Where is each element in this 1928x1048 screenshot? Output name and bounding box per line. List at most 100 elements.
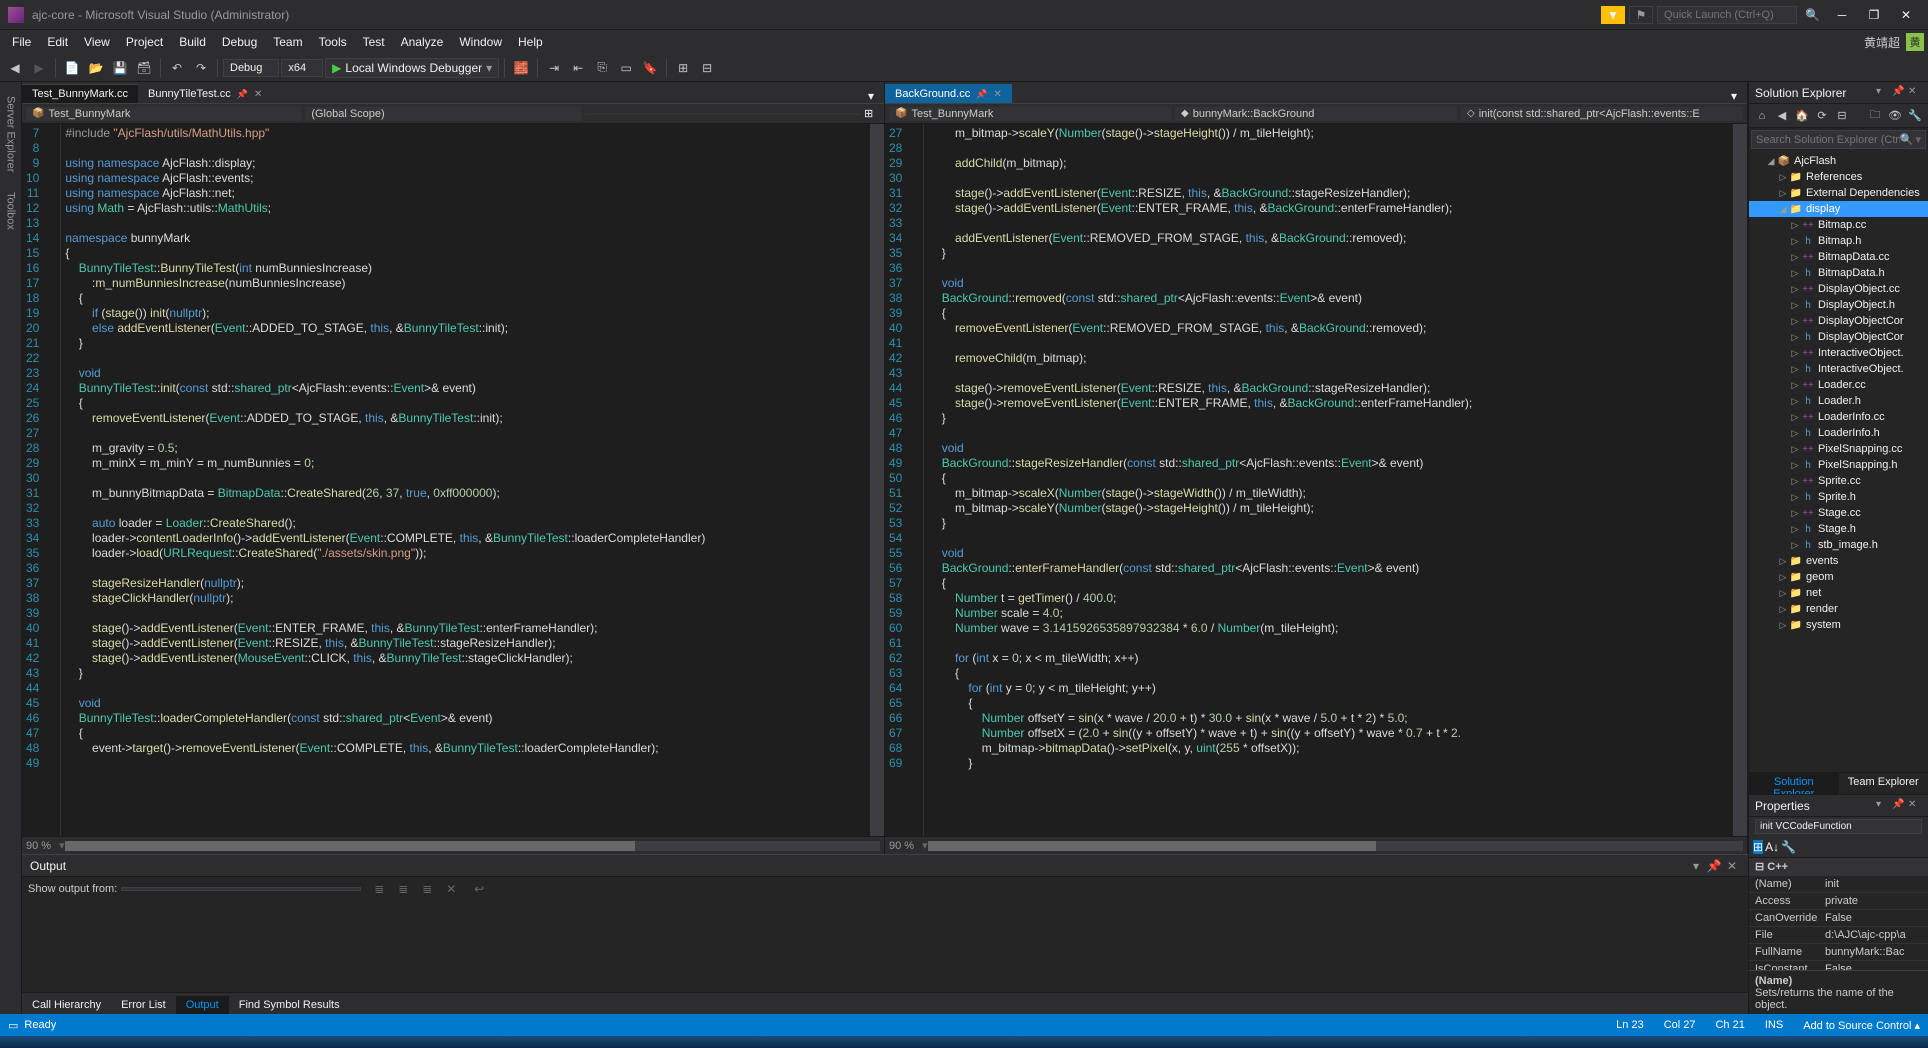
open-button[interactable]: 📂 — [85, 57, 107, 79]
output-dropdown[interactable]: ▾ — [1688, 858, 1704, 874]
se-prop[interactable]: 🔧 — [1906, 107, 1924, 125]
tree-node[interactable]: ▷++BitmapData.cc — [1749, 249, 1928, 265]
crumb-member[interactable] — [585, 113, 860, 115]
menu-view[interactable]: View — [76, 31, 118, 53]
pin-icon[interactable]: 📌 — [976, 89, 987, 100]
back-button[interactable]: ◀ — [4, 57, 26, 79]
notification-flag-button[interactable]: ⚑ — [1629, 6, 1653, 24]
menu-team[interactable]: Team — [265, 31, 310, 53]
save-all-button[interactable]: 🗃 — [133, 57, 155, 79]
tree-node[interactable]: ▷hstb_image.h — [1749, 537, 1928, 553]
se-home[interactable]: ⌂ — [1753, 107, 1771, 125]
scrollbar-h-right[interactable] — [928, 841, 1743, 851]
step-btn-1[interactable]: ⇥ — [543, 57, 565, 79]
menu-analyze[interactable]: Analyze — [393, 31, 452, 53]
prop-object-combo[interactable]: init VCCodeFunction — [1755, 819, 1922, 834]
output-tab[interactable]: Output — [176, 996, 229, 1014]
toolbar-btn-a[interactable]: ⊞ — [672, 57, 694, 79]
se-refresh[interactable]: ⟳ — [1813, 107, 1831, 125]
zoom-label-right[interactable]: 90 % — [889, 840, 914, 852]
toolbar-btn-b[interactable]: ⊟ — [696, 57, 718, 79]
split-button[interactable]: ⊞ — [864, 107, 880, 120]
tree-node[interactable]: ▷hStage.h — [1749, 521, 1928, 537]
menu-window[interactable]: Window — [451, 31, 510, 53]
quick-launch-input[interactable] — [1657, 6, 1797, 24]
menu-build[interactable]: Build — [171, 31, 214, 53]
close-button[interactable]: ✕ — [1892, 5, 1920, 25]
se-pin[interactable]: 📌 — [1892, 86, 1906, 100]
tree-node[interactable]: ▷📁References — [1749, 169, 1928, 185]
redo-button[interactable]: ↷ — [190, 57, 212, 79]
pin-icon[interactable]: 📌 — [237, 89, 248, 100]
tree-node[interactable]: ▷hSprite.h — [1749, 489, 1928, 505]
maximize-button[interactable]: ❐ — [1860, 5, 1888, 25]
tree-node[interactable]: ▷📁render — [1749, 601, 1928, 617]
prop-row[interactable]: (Name)init — [1749, 876, 1928, 893]
tree-node[interactable]: ▷++Stage.cc — [1749, 505, 1928, 521]
tree-node[interactable]: ▷📁External Dependencies — [1749, 185, 1928, 201]
output-source-combo[interactable] — [121, 887, 361, 891]
taskbar[interactable] — [0, 1036, 1928, 1048]
se-showall[interactable]: 🗀 — [1866, 107, 1884, 125]
prop-row[interactable]: Accessprivate — [1749, 893, 1928, 910]
new-project-button[interactable]: 📄 — [61, 57, 83, 79]
run-button[interactable]: ▶Local Windows Debugger▾ — [325, 58, 499, 78]
tree-node[interactable]: ▷++PixelSnapping.cc — [1749, 441, 1928, 457]
se-tab[interactable]: Solution Explorer — [1749, 773, 1839, 794]
scrollbar-h-left[interactable] — [65, 841, 880, 851]
prop-row[interactable]: IsConstantFalse — [1749, 961, 1928, 970]
crumb-scope-r[interactable]: ◆bunnyMark::BackGround — [1175, 107, 1457, 121]
prop-row[interactable]: CanOverrideFalse — [1749, 910, 1928, 927]
output-btn-2[interactable]: ≣ — [393, 879, 413, 899]
tree-node[interactable]: ▷hPixelSnapping.h — [1749, 457, 1928, 473]
menu-help[interactable]: Help — [510, 31, 551, 53]
tree-node[interactable]: ▷📁geom — [1749, 569, 1928, 585]
code-editor-left[interactable]: #include "AjcFlash/utils/MathUtils.hpp" … — [61, 124, 870, 836]
tree-node[interactable]: ▷hBitmap.h — [1749, 233, 1928, 249]
prop-row[interactable]: FullNamebunnyMark::Bac — [1749, 944, 1928, 961]
minimize-button[interactable]: ─ — [1828, 5, 1856, 25]
toolbox-tab[interactable]: Toolbox — [3, 186, 19, 236]
close-icon[interactable]: ✕ — [254, 89, 262, 100]
tree-node[interactable]: ▷hLoader.h — [1749, 393, 1928, 409]
se-search[interactable]: 🔍▾ — [1751, 130, 1926, 149]
properties-grid[interactable]: ⊟ C++(Name)initAccessprivateCanOverrideF… — [1749, 858, 1928, 970]
tree-node[interactable]: ▷++InteractiveObject. — [1749, 345, 1928, 361]
tree-node[interactable]: ▷📁net — [1749, 585, 1928, 601]
prop-row[interactable]: Filed:\AJC\ajc-cpp\a — [1749, 927, 1928, 944]
output-body[interactable] — [22, 901, 1748, 992]
tree-node[interactable]: ▷++LoaderInfo.cc — [1749, 409, 1928, 425]
prop-row[interactable]: ⊟ C++ — [1749, 858, 1928, 876]
prop-cat-btn[interactable]: ⊞ — [1753, 840, 1763, 854]
outline-margin[interactable] — [910, 124, 924, 836]
se-sync[interactable]: 🏠 — [1793, 107, 1811, 125]
search-icon[interactable]: 🔍 — [1805, 8, 1820, 22]
outline-margin[interactable] — [47, 124, 61, 836]
undo-button[interactable]: ↶ — [166, 57, 188, 79]
output-btn-3[interactable]: ≣ — [417, 879, 437, 899]
menu-debug[interactable]: Debug — [214, 31, 265, 53]
code-editor-right[interactable]: m_bitmap->scaleY(Number(stage()->stageHe… — [924, 124, 1733, 836]
server-explorer-tab[interactable]: Server Explorer — [3, 90, 19, 178]
crumb-scope[interactable]: (Global Scope) — [305, 107, 580, 121]
tree-node[interactable]: ▷📁system — [1749, 617, 1928, 633]
scrollbar-v-right[interactable] — [1733, 124, 1747, 836]
output-tab[interactable]: Call Hierarchy — [22, 996, 111, 1014]
crumb-project-r[interactable]: 📦Test_BunnyMark — [889, 107, 1171, 121]
tree-node[interactable]: ▷++Loader.cc — [1749, 377, 1928, 393]
zoom-label-left[interactable]: 90 % — [26, 840, 51, 852]
menu-file[interactable]: File — [4, 31, 39, 53]
tree-node[interactable]: ▷++Bitmap.cc — [1749, 217, 1928, 233]
menu-tools[interactable]: Tools — [311, 31, 355, 53]
tab-dropdown-right[interactable]: ▾ — [1731, 89, 1747, 103]
tab-dropdown-left[interactable]: ▾ — [868, 89, 884, 103]
tree-node[interactable]: ▷++DisplayObjectCor — [1749, 313, 1928, 329]
step-btn-2[interactable]: ⇤ — [567, 57, 589, 79]
prop-prop-btn[interactable]: 🔧 — [1781, 840, 1796, 854]
step-btn-3[interactable]: ⎘ — [591, 57, 613, 79]
menu-edit[interactable]: Edit — [39, 31, 76, 53]
tree-node[interactable]: ◢📁display — [1749, 201, 1928, 217]
solution-tree[interactable]: ◢📦AjcFlash▷📁References▷📁External Depende… — [1749, 151, 1928, 768]
tree-node[interactable]: ▷hBitmapData.h — [1749, 265, 1928, 281]
bookmark-btn[interactable]: 🔖 — [639, 57, 661, 79]
